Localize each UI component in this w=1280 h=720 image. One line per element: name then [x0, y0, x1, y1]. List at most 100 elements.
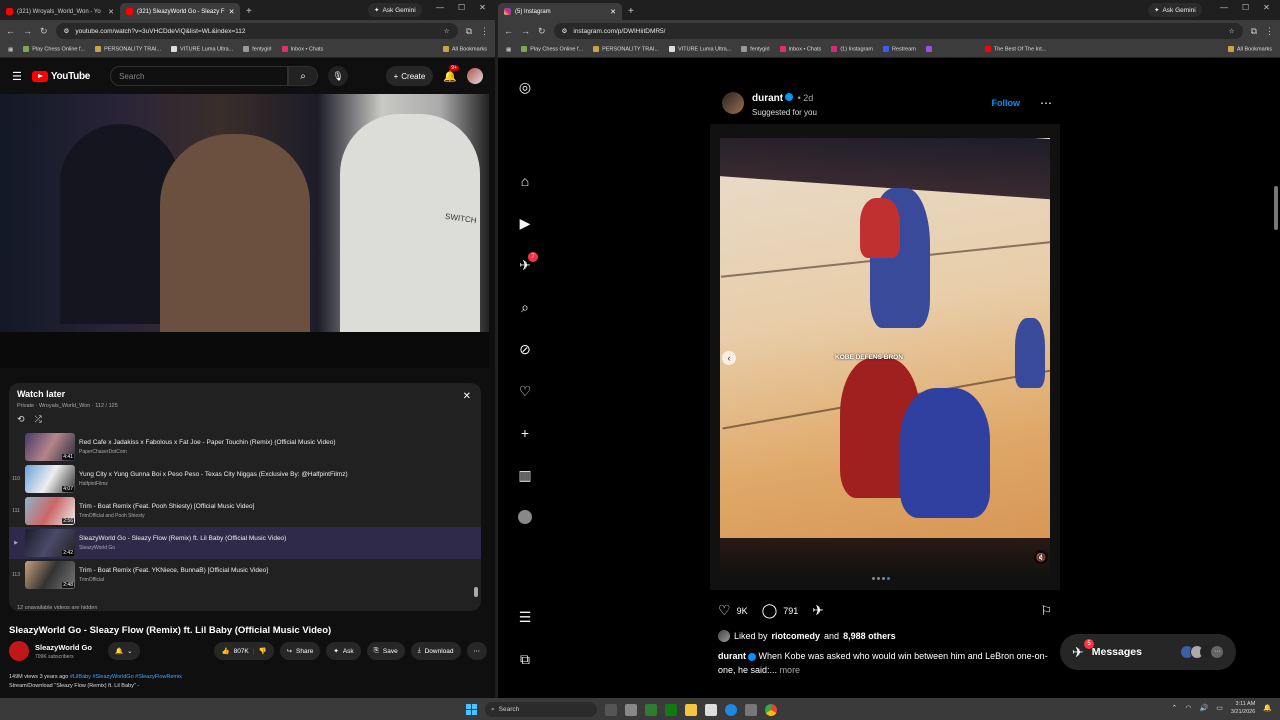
item-title[interactable]: Trim - Boat Remix (Feat. Pooh Shiesty) [… [79, 503, 254, 510]
tray-chevron-icon[interactable]: ⌃ [1171, 704, 1177, 712]
new-tab-button[interactable]: + [240, 3, 258, 20]
extensions-icon[interactable]: ⧉ [466, 26, 472, 37]
close-window-icon[interactable]: ✕ [1263, 3, 1270, 12]
create-button[interactable]: + Create [385, 66, 434, 86]
ask-gemini-button[interactable]: ✦ Ask Gemini [368, 3, 422, 17]
steam-icon[interactable] [745, 703, 757, 716]
video-thumbnail[interactable]: 2:48 [25, 561, 75, 589]
notifications-icon[interactable]: 🔔 [1263, 704, 1272, 712]
bookmark-restream[interactable]: Restream [883, 46, 916, 53]
caption-username[interactable]: durant [718, 651, 746, 661]
video-thumbnail[interactable]: 2:42 [25, 529, 75, 557]
playlist-scrollbar[interactable] [474, 431, 478, 601]
xbox-icon[interactable] [665, 703, 677, 716]
page-scrollbar[interactable] [1274, 60, 1278, 698]
instagram-logo-icon[interactable]: ◎ [516, 78, 534, 96]
like-heart-icon[interactable]: ♡ [718, 602, 731, 619]
back-icon[interactable]: ← [504, 26, 513, 36]
close-tab-icon[interactable]: ✕ [108, 8, 114, 16]
bookmark-chess[interactable]: Play Chess Online f... [23, 46, 85, 53]
bookmark-personality[interactable]: PERSONALITY TRAI... [593, 46, 659, 53]
dashboard-icon[interactable]: ▥ [516, 466, 534, 484]
comment-count[interactable]: 791 [783, 606, 798, 616]
taskbar-search[interactable]: ⌕ Search [485, 702, 597, 717]
all-bookmarks[interactable]: All Bookmarks [442, 46, 487, 53]
thumbs-down-icon[interactable]: 👎 [258, 647, 266, 655]
save-button[interactable]: ⎘ Save [366, 642, 405, 660]
bookmark-fentygirl[interactable]: fentygirl [741, 46, 770, 53]
list-item[interactable]: 110 4:07 Yung City x Yung Gunna Boi x Pe… [9, 463, 481, 495]
minimize-icon[interactable]: — [436, 3, 444, 12]
reels-icon[interactable]: ▶ [516, 214, 534, 232]
more-actions-button[interactable]: ⋯ [466, 642, 487, 660]
item-title[interactable]: Red Cafe x Jadakiss x Fabolous x Fat Joe… [79, 439, 336, 446]
hamburger-menu-icon[interactable]: ☰ [12, 70, 22, 83]
liked-by-user[interactable]: riotcomedy [772, 631, 821, 641]
liked-by-others[interactable]: 8,988 others [843, 631, 896, 641]
shuffle-icon[interactable]: ⤮ [35, 414, 42, 425]
reload-icon[interactable]: ↻ [538, 26, 546, 37]
menu-dots-icon[interactable]: ⋮ [480, 26, 489, 37]
url-field[interactable]: ⚙ instagram.com/p/DWIHiitDMR5/ ☆ [553, 23, 1243, 39]
url-field[interactable]: ⚙ youtube.com/watch?v=3uVHCDdeViQ&list=WL… [55, 23, 458, 39]
tab-instagram[interactable]: (5) Instagram ✕ [498, 3, 622, 20]
like-count[interactable]: 9K [737, 606, 748, 616]
close-playlist-icon[interactable]: ✕ [463, 391, 471, 402]
extensions-icon[interactable]: ⧉ [1251, 26, 1257, 37]
profile-avatar[interactable] [516, 508, 534, 526]
edge-icon[interactable] [725, 703, 737, 716]
close-window-icon[interactable]: ✕ [479, 3, 486, 12]
ask-gemini-button[interactable]: ✦ Ask Gemini [1148, 3, 1202, 17]
terminal-icon[interactable] [645, 703, 657, 716]
bookmark-viture[interactable]: VITURE Luma Ultra... [669, 46, 731, 53]
menu-dots-icon[interactable]: ⋮ [1265, 26, 1274, 37]
file-explorer-icon[interactable] [685, 703, 697, 716]
explore-icon[interactable]: ⊘ [516, 340, 534, 358]
ask-button[interactable]: ✦ Ask [326, 642, 361, 660]
system-clock[interactable]: 3:11 AM 3/21/2026 [1231, 700, 1255, 716]
messages-button[interactable]: ✈ 5 Messages ⋯ [1060, 634, 1236, 670]
search-input[interactable]: Search [110, 66, 289, 86]
list-item[interactable]: 111 2:56 Trim - Boat Remix (Feat. Pooh S… [9, 495, 481, 527]
reload-icon[interactable]: ↻ [40, 26, 48, 37]
bookmark-inbox[interactable]: Inbox • Chats [281, 46, 323, 53]
notifications-heart-icon[interactable]: ♡ [516, 382, 534, 400]
post-author-avatar[interactable] [722, 91, 744, 114]
video-player[interactable]: SWITCH [0, 94, 489, 332]
home-icon[interactable]: ⌂ [516, 172, 534, 190]
forward-icon[interactable]: → [23, 26, 32, 36]
tab-sleazyworld[interactable]: (321) SleazyWorld Go - Sleazy F ✕ [120, 3, 240, 20]
list-item[interactable]: 113 2:48 Trim - Boat Remix (Feat. YKNiec… [9, 559, 481, 591]
search-button[interactable]: ⌕ [288, 66, 319, 86]
video-thumbnail[interactable]: 4:07 [25, 465, 75, 493]
post-media[interactable]: KOBE DEFENS BRON ‹ 🔇 [710, 124, 1060, 590]
channel-avatar[interactable] [9, 641, 29, 661]
hashtags[interactable]: #LilBaby #SleazyWorldGo #SleazyFlowRemix [70, 674, 182, 680]
direct-messages-icon[interactable]: ✈ 7 [516, 252, 538, 274]
bookmark-chess[interactable]: Play Chess Online f... [521, 46, 583, 53]
minimize-icon[interactable]: — [1220, 3, 1228, 12]
item-title[interactable]: Yung City x Yung Gunna Boi x Peso Peso -… [79, 471, 348, 478]
list-item[interactable]: 4:41 Red Cafe x Jadakiss x Fabolous x Fa… [9, 431, 481, 463]
bookmark-star-icon[interactable]: ☆ [1229, 27, 1235, 35]
forward-icon[interactable]: → [521, 26, 530, 36]
carousel-prev-button[interactable]: ‹ [722, 351, 736, 365]
create-plus-icon[interactable]: + [516, 424, 534, 442]
site-info-icon[interactable]: ⚙ [64, 27, 70, 35]
avatar[interactable] [467, 68, 483, 84]
follow-button[interactable]: Follow [992, 98, 1021, 108]
comment-icon[interactable]: ◯ [762, 602, 778, 619]
maximize-icon[interactable]: ☐ [458, 3, 465, 12]
share-button[interactable]: ↪ Share [279, 642, 321, 660]
chrome-icon[interactable] [765, 703, 777, 716]
playlist-title[interactable]: Watch later [17, 389, 473, 399]
list-item-current[interactable]: ▶ 2:42 SleazyWorld Go - Sleazy Flow (Rem… [9, 527, 481, 559]
bookmark-instagram[interactable]: (1) Instagram [831, 46, 873, 53]
tab-wroyals[interactable]: (321) Wroyals_World_Won - Yo ✕ [0, 3, 120, 20]
save-bookmark-icon[interactable]: ⚐ [1040, 603, 1052, 619]
task-view-icon[interactable] [605, 703, 617, 716]
also-from-meta-icon[interactable]: ⧉ [516, 650, 534, 668]
store-icon[interactable] [705, 703, 717, 716]
loop-icon[interactable]: ⟲ [17, 414, 25, 425]
bookmark-inbox[interactable]: Inbox • Chats [779, 46, 821, 53]
